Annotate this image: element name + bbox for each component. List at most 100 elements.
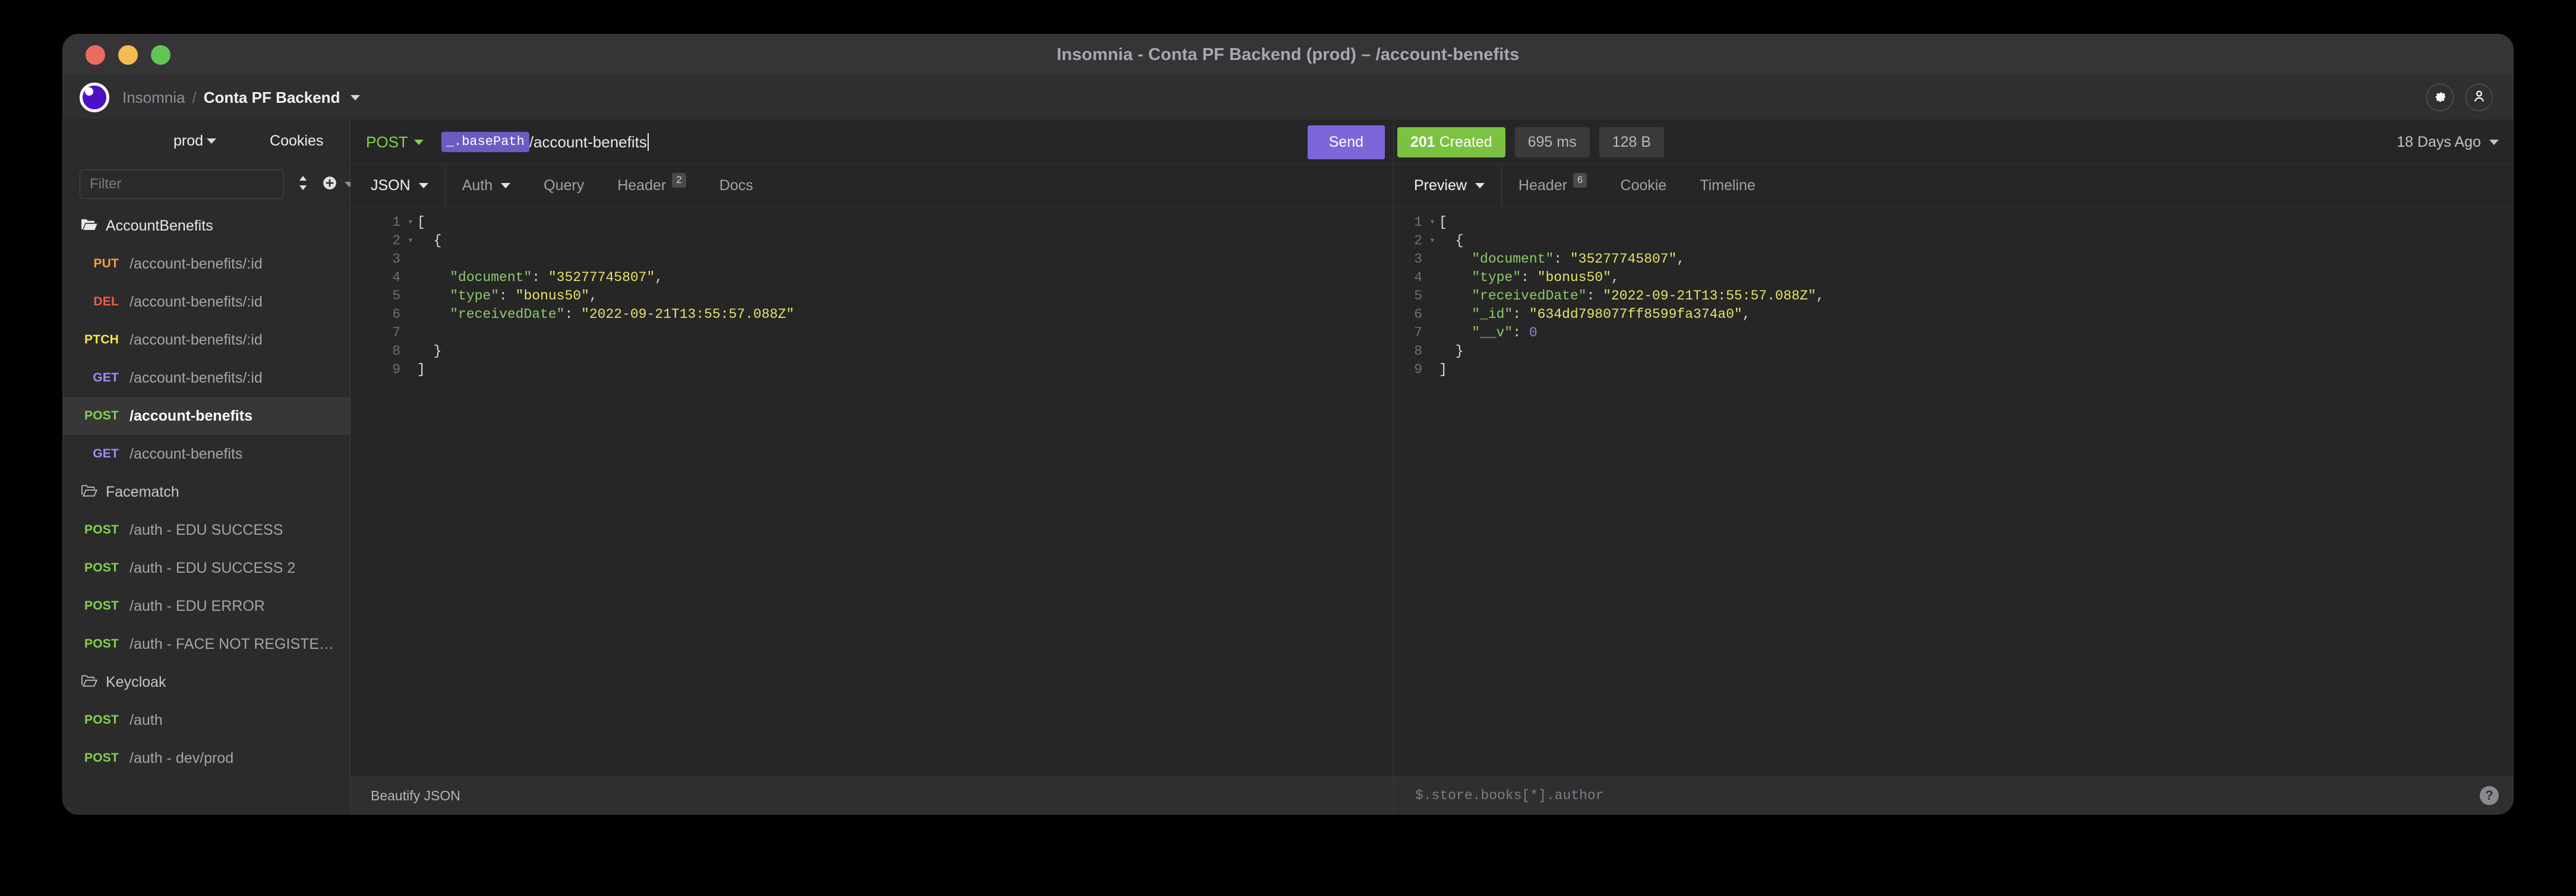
- account-button[interactable]: [2465, 84, 2493, 111]
- folder-row[interactable]: AccountBenefits: [63, 207, 350, 245]
- folder-row[interactable]: Facematch: [63, 473, 350, 511]
- tab-badge: 2: [672, 172, 686, 188]
- request-tab-header[interactable]: Header 2: [601, 172, 702, 194]
- request-tab-bar[interactable]: JSON Auth Query Header 2 Docs: [351, 165, 1393, 207]
- request-method-label: DEL: [93, 295, 119, 308]
- response-time-badge[interactable]: 695 ms: [1514, 127, 1590, 157]
- sidebar-top-bar: prod Cookies: [63, 120, 350, 162]
- search-input[interactable]: [80, 169, 284, 199]
- insomnia-window: Insomnia - Conta PF Backend (prod) – /ac…: [63, 34, 2513, 814]
- add-request-button[interactable]: [322, 175, 354, 194]
- request-row[interactable]: POST/auth - EDU SUCCESS: [63, 511, 350, 549]
- request-name-label: /account-benefits: [130, 445, 243, 462]
- sidebar: prod Cookies Filter AccountBenefits PUT …: [63, 120, 354, 814]
- request-list[interactable]: AccountBenefits PUT/account-benefits/:id D…: [63, 207, 350, 814]
- code-text: "__v": 0: [1472, 325, 1538, 340]
- request-body-editor[interactable]: 1 ▾[2 ▾ {3 4 "document": "35277745807", 5 "t…: [351, 207, 1393, 777]
- request-tab-query[interactable]: Query: [527, 177, 601, 194]
- plus-circle-icon: [322, 175, 337, 194]
- jsonpath-filter-input[interactable]: [1414, 787, 2480, 804]
- response-tab-cookie[interactable]: Cookie: [1603, 177, 1683, 194]
- folder-row[interactable]: Keycloak: [63, 663, 350, 701]
- request-method-label: POST: [84, 561, 119, 575]
- code-text: [: [1439, 214, 1447, 230]
- code-line: 5 "receivedDate": "2022-09-21T13:55:57.0…: [1394, 287, 2513, 305]
- chevron-down-icon: [418, 182, 428, 188]
- response-tab-header[interactable]: Header 6: [1502, 172, 1603, 194]
- request-row[interactable]: DEL/account-benefits/:id: [63, 283, 350, 321]
- send-button[interactable]: Send: [1307, 125, 1385, 159]
- minimize-button[interactable]: [118, 45, 138, 65]
- fold-arrow-icon[interactable]: ▾: [1426, 232, 1439, 250]
- beautify-json-button[interactable]: Beautify JSON: [371, 788, 460, 804]
- fold-arrow-icon[interactable]: ▾: [404, 213, 417, 232]
- method-selector[interactable]: POST: [366, 133, 424, 152]
- question-mark-icon[interactable]: ?: [2480, 786, 2499, 805]
- request-name-label: /auth - EDU SUCCESS: [130, 521, 283, 538]
- request-row[interactable]: GET/account-benefits: [63, 435, 350, 473]
- response-body-viewer[interactable]: 1 ▾[2 ▾ {3 "document": "35277745807", 4 "ty…: [1394, 207, 2513, 777]
- fold-arrow-icon[interactable]: ▾: [404, 232, 417, 250]
- sort-button[interactable]: [297, 175, 309, 194]
- url-input[interactable]: _.basePath /account-benefits: [441, 120, 1295, 164]
- window-titlebar: Insomnia - Conta PF Backend (prod) – /ac…: [63, 34, 2513, 75]
- status-badge[interactable]: 201 Created: [1397, 127, 1505, 157]
- tab-label: Preview: [1414, 176, 1467, 194]
- request-name-label: /account-benefits/:id: [130, 369, 263, 386]
- cookies-button[interactable]: Cookies: [270, 132, 323, 150]
- app-name-label: Insomnia: [122, 88, 185, 106]
- request-row[interactable]: POST/auth: [63, 701, 350, 739]
- response-tab-bar[interactable]: Preview Header 6 Cookie Timeline: [1394, 165, 2513, 207]
- response-size-badge[interactable]: 128 B: [1599, 127, 1664, 157]
- code-text: "_id": "634dd798077ff8599fa374a0",: [1472, 307, 1751, 322]
- code-text: }: [417, 343, 442, 359]
- request-tab-docs[interactable]: Docs: [703, 177, 770, 194]
- code-text: "type": "bonus50",: [450, 288, 598, 304]
- request-row-active[interactable]: POST/account-benefits: [63, 397, 350, 435]
- request-tab-json[interactable]: JSON: [351, 165, 446, 206]
- request-row[interactable]: POST/auth - EDU ERROR: [63, 587, 350, 625]
- code-text: }: [1439, 343, 1464, 359]
- request-method-label: POST: [84, 751, 119, 765]
- method-label: POST: [366, 132, 408, 151]
- breadcrumb: Insomnia / Conta PF Backend: [122, 88, 361, 107]
- line-number: 4: [1414, 270, 1422, 285]
- line-number: 2: [392, 233, 400, 248]
- workspace-body: prod Cookies Filter AccountBenefits PUT …: [63, 120, 2513, 814]
- request-row[interactable]: POST/auth - dev/prod: [63, 739, 350, 777]
- response-tab-preview[interactable]: Preview: [1394, 165, 1502, 206]
- tab-label: Header: [617, 176, 667, 194]
- folder-name: AccountBenefits: [106, 217, 213, 234]
- request-row[interactable]: POST/auth - FACE NOT REGISTER...: [63, 625, 350, 663]
- template-tag-basepath[interactable]: _.basePath: [441, 132, 529, 152]
- fold-arrow-icon[interactable]: ▾: [1426, 213, 1439, 232]
- tab-label: Query: [544, 176, 585, 194]
- request-row[interactable]: PTCH/account-benefits/:id: [63, 321, 350, 359]
- chevron-down-icon: [1475, 182, 1485, 188]
- close-button[interactable]: [86, 45, 105, 65]
- line-number: 2: [1414, 233, 1422, 248]
- workspace-name[interactable]: Conta PF Backend: [204, 89, 340, 107]
- environment-selector[interactable]: prod: [63, 132, 217, 150]
- request-row[interactable]: GET/account-benefits/:id: [63, 359, 350, 397]
- request-row[interactable]: PUT/account-benefits/:id: [63, 245, 350, 283]
- request-row[interactable]: POST/auth - EDU SUCCESS 2: [63, 549, 350, 587]
- code-line: 6 "_id": "634dd798077ff8599fa374a0",: [1394, 305, 2513, 324]
- response-tab-timeline[interactable]: Timeline: [1683, 177, 1772, 194]
- request-method-label: POST: [84, 409, 119, 422]
- line-number: 8: [392, 343, 400, 359]
- tab-badge: 6: [1573, 172, 1587, 188]
- chevron-down-icon[interactable]: [351, 94, 361, 100]
- maximize-button[interactable]: [151, 45, 171, 65]
- request-method-label: GET: [93, 447, 119, 460]
- line-number: 6: [392, 307, 400, 322]
- settings-button[interactable]: [2426, 84, 2454, 111]
- code-line: 4 "type": "bonus50",: [1394, 269, 2513, 287]
- request-tab-auth[interactable]: Auth: [446, 177, 527, 194]
- response-history-selector[interactable]: 18 Days Ago: [2397, 134, 2499, 151]
- code-text: {: [417, 233, 442, 248]
- folder-name: Keycloak: [106, 673, 166, 690]
